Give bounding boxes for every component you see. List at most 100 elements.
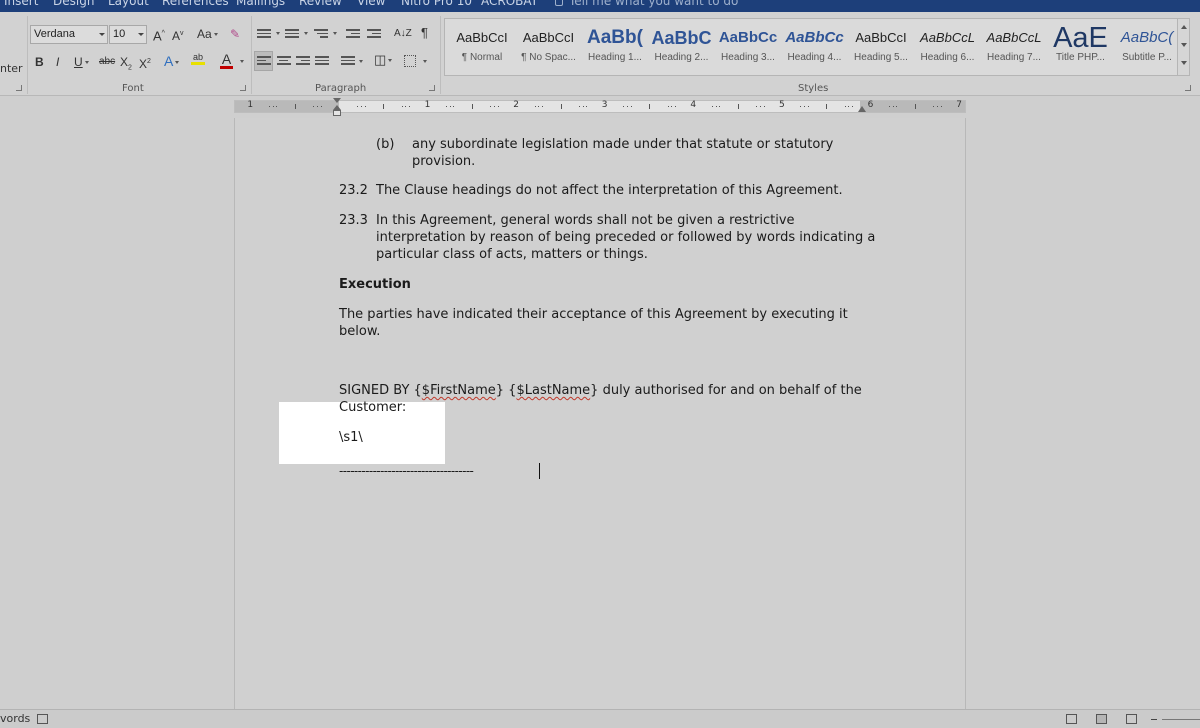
tab-mailings[interactable]: Mailings bbox=[236, 0, 285, 8]
style-name: Title PHP... bbox=[1056, 52, 1105, 63]
signed-by-rest: } duly authorised for and on behalf of t… bbox=[590, 383, 862, 398]
tab-nitro-pro[interactable]: Nitro Pro 10 bbox=[401, 0, 472, 8]
italic-button[interactable]: I bbox=[56, 54, 59, 70]
scroll-down-icon[interactable] bbox=[1181, 43, 1187, 47]
paragraph-group-label: Paragraph bbox=[315, 83, 367, 94]
align-left-button[interactable] bbox=[254, 51, 273, 71]
ruler-tick bbox=[357, 106, 359, 107]
word-count[interactable]: vords bbox=[0, 712, 30, 725]
bold-button[interactable]: B bbox=[35, 54, 44, 70]
line-spacing-icon[interactable] bbox=[341, 56, 355, 68]
clear-formatting-button[interactable]: ✎ bbox=[230, 26, 240, 42]
style-item[interactable]: AaE Title PHP... bbox=[1048, 19, 1114, 75]
font-name-box[interactable]: Verdana bbox=[30, 25, 108, 44]
clipboard-launcher-icon[interactable] bbox=[16, 85, 22, 91]
numbering-icon[interactable] bbox=[285, 29, 299, 41]
ruler-tick bbox=[848, 106, 850, 107]
show-marks-button[interactable]: ¶ bbox=[421, 25, 428, 41]
chevron-down-icon bbox=[138, 33, 144, 36]
ribbon: nter Verdana 10 A^ Av Aa ✎ B I U abc X2 … bbox=[0, 12, 1200, 96]
borders-icon[interactable] bbox=[404, 55, 416, 67]
subscript-button[interactable]: X2 bbox=[120, 54, 132, 76]
style-item[interactable]: AaBbCcI ¶ Normal bbox=[449, 19, 515, 75]
style-item[interactable]: AaBbCcI ¶ No Spac... bbox=[516, 19, 582, 75]
font-launcher-icon[interactable] bbox=[240, 85, 246, 91]
superscript-button[interactable]: X2 bbox=[139, 54, 151, 72]
ruler-tick bbox=[892, 106, 894, 107]
tab-design[interactable]: Design bbox=[53, 0, 94, 8]
strikethrough-button[interactable]: abc bbox=[99, 54, 115, 70]
ruler-tick bbox=[844, 106, 846, 107]
style-item[interactable]: AaBbCcI Heading 5... bbox=[848, 19, 914, 75]
style-item[interactable]: AaBbC(Subtitle P... bbox=[1114, 19, 1180, 75]
increase-indent-icon[interactable] bbox=[367, 29, 381, 41]
font-size-box[interactable]: 10 bbox=[109, 25, 147, 44]
tab-layout[interactable]: Layout bbox=[108, 0, 149, 8]
style-item[interactable]: AaBb(Heading 1... bbox=[582, 19, 648, 75]
print-layout-icon[interactable] bbox=[1096, 714, 1107, 724]
sort-button[interactable]: A↓Z bbox=[394, 26, 412, 42]
customer-label: Customer: bbox=[339, 400, 407, 415]
text-effects-button[interactable]: A bbox=[164, 53, 180, 69]
ruler-tick bbox=[586, 106, 588, 107]
justify-icon[interactable] bbox=[315, 56, 329, 68]
style-item[interactable]: AaBbCcL Heading 7... bbox=[981, 19, 1047, 75]
ruler-tick bbox=[649, 104, 651, 109]
style-sample: AaBb( bbox=[587, 27, 643, 48]
web-layout-icon[interactable] bbox=[1126, 714, 1137, 724]
paragraph-launcher-icon[interactable] bbox=[429, 85, 435, 91]
first-line-indent-marker[interactable] bbox=[333, 98, 341, 103]
signed-by-between: } { bbox=[495, 383, 517, 398]
zoom-slider[interactable] bbox=[1162, 719, 1200, 720]
right-indent-marker[interactable] bbox=[858, 106, 866, 112]
styles-launcher-icon[interactable] bbox=[1185, 85, 1191, 91]
tab-references[interactable]: References bbox=[162, 0, 229, 8]
underline-button[interactable]: U bbox=[74, 54, 89, 70]
read-mode-icon[interactable] bbox=[1066, 714, 1077, 724]
styles-scroll[interactable] bbox=[1178, 18, 1190, 76]
clause-23-3-line2: interpretation by reason of being preced… bbox=[376, 230, 876, 245]
left-indent-marker[interactable] bbox=[333, 110, 341, 116]
ruler-number: 2 bbox=[513, 100, 519, 110]
style-item[interactable]: AaBbCc Heading 4... bbox=[782, 19, 848, 75]
grow-font-button[interactable]: A^ bbox=[153, 26, 165, 44]
style-item[interactable]: AaBbCcL Heading 6... bbox=[915, 19, 981, 75]
ruler-tick bbox=[446, 106, 448, 107]
signature-line: ------------------------------------ bbox=[339, 464, 474, 478]
style-item[interactable]: AaBbCc Heading 3... bbox=[715, 19, 781, 75]
align-right-icon[interactable] bbox=[296, 56, 310, 68]
clause-23-3-number: 23.3 bbox=[339, 213, 368, 228]
multilevel-list-icon[interactable] bbox=[314, 29, 328, 41]
tab-insert[interactable]: Insert bbox=[4, 0, 38, 8]
tell-me-search[interactable]: Tell me what you want to do bbox=[555, 0, 738, 8]
bullets-icon[interactable] bbox=[257, 29, 271, 41]
align-center-icon[interactable] bbox=[277, 56, 291, 68]
ruler-number: 4 bbox=[690, 100, 697, 110]
ribbon-tab-bar: Insert Design Layout References Mailings… bbox=[0, 0, 1200, 12]
ruler-tick bbox=[453, 106, 455, 107]
style-sample: AaBbCc bbox=[785, 29, 844, 46]
change-case-button[interactable]: Aa bbox=[197, 26, 218, 42]
style-item[interactable]: AaBbC Heading 2... bbox=[649, 19, 715, 75]
ruler-tick bbox=[361, 106, 363, 107]
font-color-button[interactable]: A bbox=[220, 52, 233, 69]
ruler-number: 3 bbox=[601, 100, 608, 110]
shrink-font-button[interactable]: Av bbox=[172, 26, 184, 44]
scroll-up-icon[interactable] bbox=[1181, 25, 1187, 29]
shading-button[interactable]: ◫ bbox=[374, 52, 393, 68]
more-styles-icon[interactable] bbox=[1181, 61, 1187, 65]
tab-review[interactable]: Review bbox=[299, 0, 342, 8]
tab-acrobat[interactable]: ACROBAT bbox=[481, 0, 538, 8]
ruler-tick bbox=[940, 106, 942, 107]
execution-heading: Execution bbox=[339, 277, 411, 292]
ruler-tick bbox=[763, 106, 765, 107]
decrease-indent-icon[interactable] bbox=[346, 29, 360, 41]
ruler-tick bbox=[896, 106, 898, 107]
ruler-tick bbox=[826, 104, 828, 109]
proofing-icon[interactable] bbox=[37, 714, 48, 724]
highlight-button[interactable]: ab bbox=[191, 53, 205, 65]
horizontal-ruler[interactable]: 1 1 2 3 4 5 6 7 bbox=[234, 100, 966, 113]
tab-view[interactable]: View bbox=[357, 0, 385, 8]
zoom-out-icon[interactable] bbox=[1151, 719, 1157, 720]
style-name: Subtitle P... bbox=[1122, 52, 1172, 63]
